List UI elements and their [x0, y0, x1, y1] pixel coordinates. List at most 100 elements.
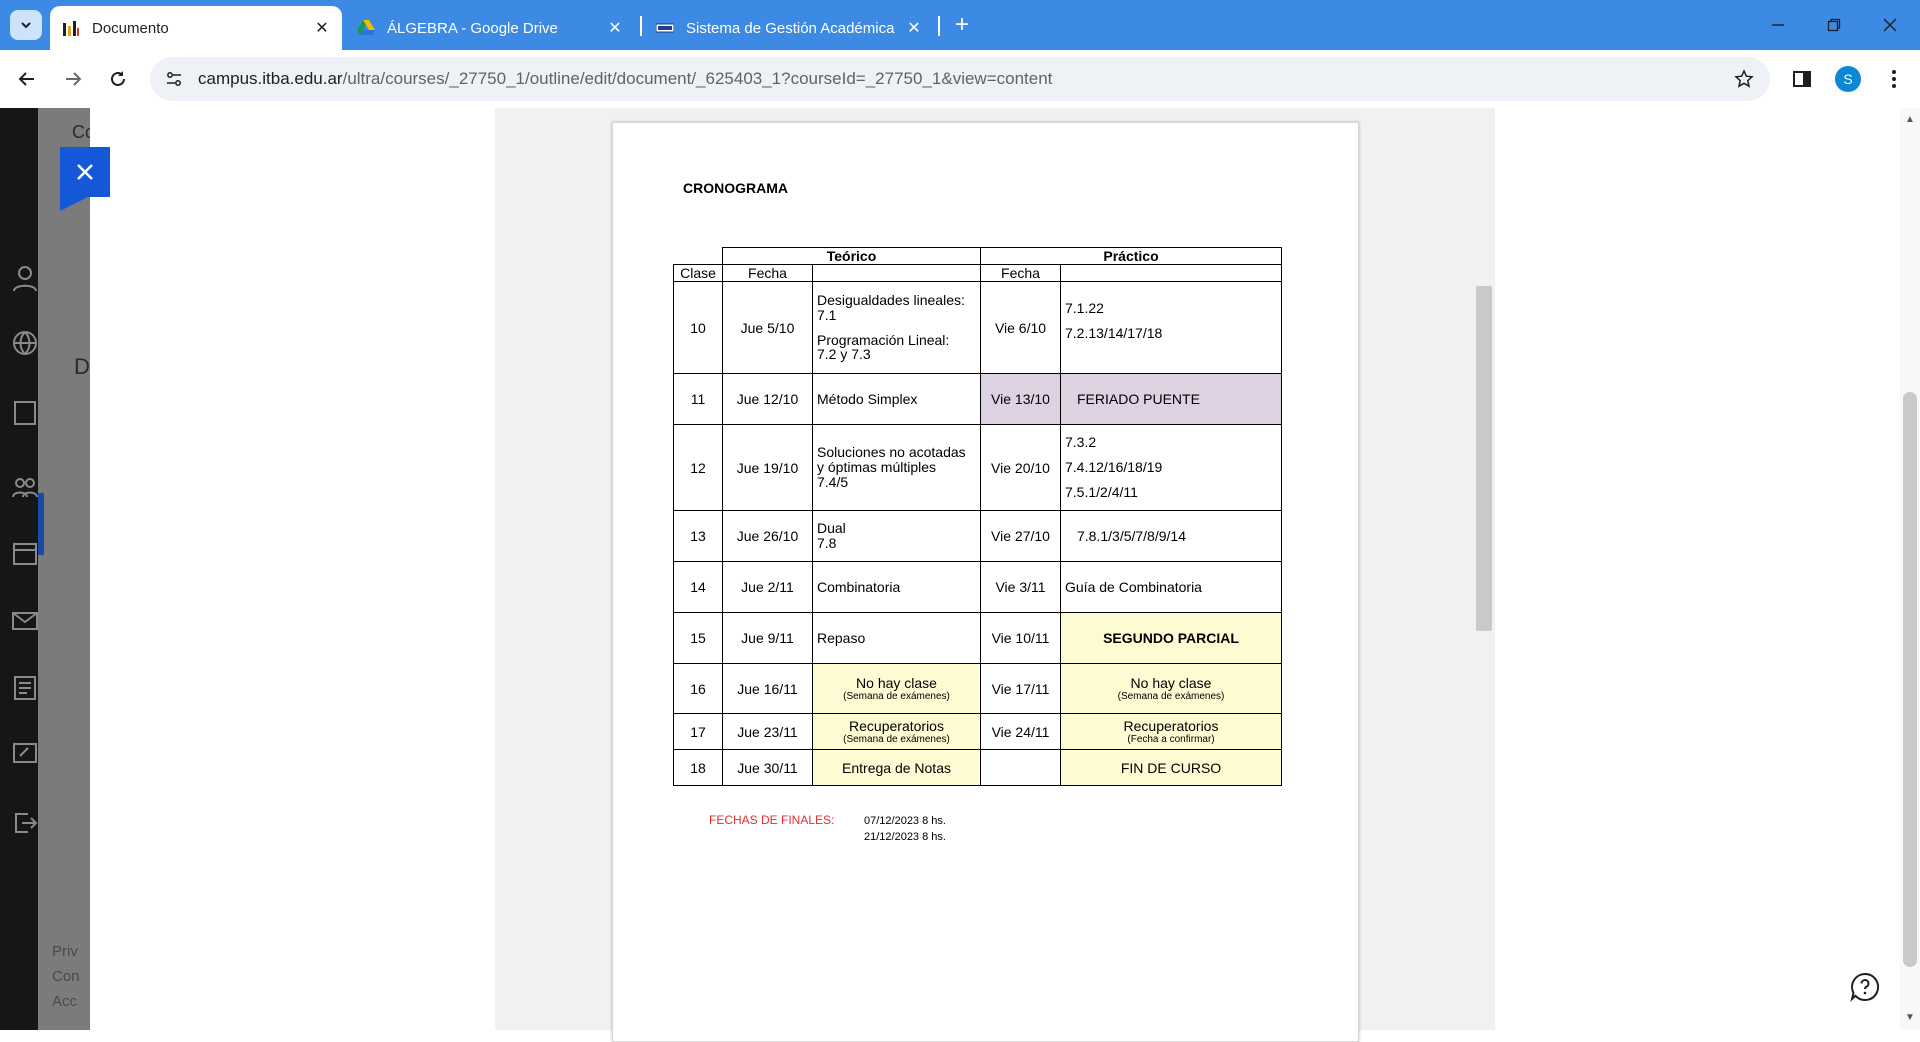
tab-title: Sistema de Gestión Académica — [686, 19, 895, 37]
table-cell: 11 — [673, 373, 723, 425]
close-window-button[interactable] — [1862, 0, 1918, 50]
table-row: 16 Jue 16/11 No hay clase (Semana de exá… — [673, 663, 1282, 714]
cell-line: Recuperatorios — [1123, 718, 1219, 734]
forward-button[interactable] — [56, 62, 90, 96]
bookmark-star-icon[interactable] — [1732, 67, 1756, 91]
table-cell: Recuperatorios (Fecha a confirmar) — [1060, 713, 1282, 750]
table-header: Práctico — [980, 247, 1282, 265]
table-cell: 17 — [673, 713, 723, 750]
close-tab-icon[interactable]: ✕ — [310, 16, 334, 40]
table-cell: Guía de Combinatoria — [1060, 561, 1282, 613]
avatar: S — [1835, 66, 1861, 92]
panel-text-fragment: D — [74, 354, 90, 379]
table-cell: Jue 12/10 — [722, 373, 813, 425]
table-cell: No hay clase (Semana de exámenes) — [812, 663, 981, 714]
grades-icon[interactable] — [10, 673, 40, 703]
side-panel-button[interactable] — [1787, 64, 1817, 94]
tab-algebra-drive[interactable]: ÁLGEBRA - Google Drive ✕ — [345, 6, 635, 50]
table-cell: 16 — [673, 663, 723, 714]
finales-dates: 07/12/2023 8 hs. 21/12/2023 8 hs. — [864, 813, 946, 845]
tab-search-button[interactable] — [10, 10, 42, 40]
table-cell: Jue 5/10 — [722, 281, 813, 374]
profile-icon[interactable] — [10, 263, 40, 293]
footer-link[interactable]: Con — [52, 968, 80, 985]
google-drive-icon — [357, 20, 375, 35]
schedule-table: Teórico Práctico Clase Fecha Fecha 10 Ju… — [673, 247, 1282, 786]
table-row: 13 Jue 26/10 Dual 7.8 Vie 27/10 7.8.1/3/… — [673, 510, 1282, 562]
address-bar[interactable]: campus.itba.edu.ar/ultra/courses/_27750_… — [150, 57, 1770, 101]
footer-link[interactable]: Priv — [52, 943, 78, 960]
scroll-up-icon[interactable]: ▲ — [1904, 114, 1916, 126]
close-tab-icon[interactable]: ✕ — [902, 16, 926, 40]
viewer-scrollbar-thumb[interactable] — [1476, 286, 1492, 631]
table-cell: Método Simplex — [812, 373, 981, 425]
url-path: /ultra/courses/_27750_1/outline/edit/doc… — [342, 69, 1053, 88]
table-cell: 7.3.2 7.4.12/16/18/19 7.5.1/2/4/11 — [1060, 424, 1282, 511]
tab-sga[interactable]: Sistema de Gestión Académica ✕ — [644, 6, 934, 50]
tab-documento[interactable]: Documento ✕ — [50, 6, 342, 50]
tab-title: Documento — [92, 19, 169, 37]
table-row: Teórico Práctico — [674, 247, 1282, 265]
tab-separator — [938, 16, 940, 36]
globe-icon[interactable] — [10, 328, 40, 358]
calendar-icon[interactable] — [10, 538, 40, 568]
table-row: Clase Fecha Fecha — [673, 264, 1282, 282]
new-tab-button[interactable]: + — [950, 11, 974, 38]
table-cell: 12 — [673, 424, 723, 511]
footer-link[interactable]: Acc — [52, 993, 77, 1010]
table-cell: Jue 2/11 — [722, 561, 813, 613]
table-cell: Entrega de Notas — [812, 749, 981, 786]
finales-date: 21/12/2023 8 hs. — [864, 831, 946, 843]
table-cell: Vie 17/11 — [980, 663, 1061, 714]
help-icon — [1850, 972, 1880, 1002]
page-scrollbar-thumb[interactable] — [1903, 392, 1917, 967]
browser-toolbar: campus.itba.edu.ar/ultra/courses/_27750_… — [0, 50, 1920, 108]
organizations-icon[interactable] — [10, 473, 40, 503]
minimize-icon — [1772, 24, 1784, 26]
url-text[interactable]: campus.itba.edu.ar/ultra/courses/_27750_… — [198, 69, 1052, 89]
restore-button[interactable] — [1806, 0, 1862, 50]
cell-line: 7.2.13/14/17/18 — [1065, 325, 1163, 341]
table-header — [1060, 264, 1282, 282]
courses-icon[interactable] — [10, 398, 40, 428]
tab-title: ÁLGEBRA - Google Drive — [387, 19, 558, 37]
sign-out-icon[interactable] — [10, 808, 40, 838]
close-icon — [77, 164, 93, 180]
close-icon — [1883, 18, 1897, 32]
table-cell: Dual 7.8 — [812, 510, 981, 562]
cell-line: 7.1.22 — [1065, 300, 1104, 316]
cell-line: 7.4/5 — [817, 473, 849, 490]
table-cell: Combinatoria — [812, 561, 981, 613]
table-cell: Soluciones no acotadas y óptimas múltipl… — [812, 424, 981, 511]
back-button[interactable] — [10, 62, 44, 96]
table-cell: Vie 6/10 — [980, 281, 1061, 374]
site-info-icon[interactable] — [158, 63, 190, 95]
table-cell: Recuperatorios (Semana de exámenes) — [812, 713, 981, 750]
mail-icon[interactable] — [10, 606, 40, 636]
close-document-button[interactable] — [60, 147, 110, 211]
cell-line: 7.4.12/16/18/19 — [1065, 459, 1163, 475]
scroll-down-icon[interactable]: ▼ — [1904, 1012, 1916, 1024]
table-row: 14 Jue 2/11 Combinatoria Vie 3/11 Guía d… — [673, 561, 1282, 613]
finales-label: FECHAS DE FINALES: — [709, 813, 835, 827]
cell-line: No hay clase — [856, 675, 937, 691]
tools-icon[interactable] — [10, 738, 40, 768]
reload-button[interactable] — [101, 62, 135, 96]
profile-button[interactable]: S — [1833, 64, 1863, 94]
cell-line: 7.1 — [817, 306, 837, 323]
close-tab-icon[interactable]: ✕ — [603, 16, 627, 40]
tab-separator — [640, 16, 642, 36]
table-cell: Vie 24/11 — [980, 713, 1061, 750]
document-panel: CRONOGRAMA Teórico Práctico Clase Fecha … — [90, 108, 1900, 1042]
table-cell: Vie 27/10 — [980, 510, 1061, 562]
table-cell: Jue 23/11 — [722, 713, 813, 750]
more-vert-icon — [1892, 70, 1896, 88]
help-button[interactable] — [1848, 970, 1882, 1004]
table-header: Fecha — [722, 264, 813, 282]
document-page: CRONOGRAMA Teórico Práctico Clase Fecha … — [612, 122, 1359, 1042]
finales-date: 07/12/2023 8 hs. — [864, 815, 946, 827]
cell-note: (Semana de exámenes) — [843, 691, 950, 702]
cell-line: 7.8 — [817, 535, 837, 551]
browser-menu-button[interactable] — [1879, 64, 1909, 94]
minimize-button[interactable] — [1750, 0, 1806, 50]
